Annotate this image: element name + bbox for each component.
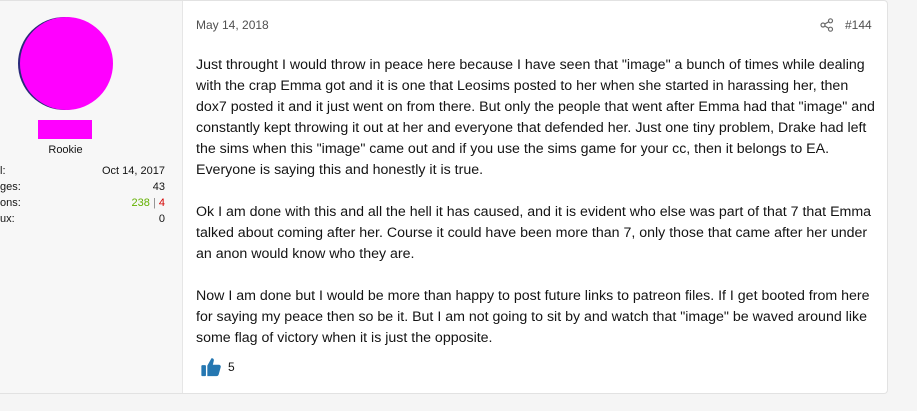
thumbs-up-icon[interactable] bbox=[200, 356, 222, 378]
stat-reactions: ons: 238 | 4 bbox=[0, 197, 165, 213]
separator: | bbox=[152, 197, 156, 209]
stat-messages: ges: 43 bbox=[0, 181, 165, 197]
user-title: Rookie bbox=[48, 144, 83, 156]
post-number[interactable]: #144 bbox=[845, 18, 872, 32]
positive-count: 238 bbox=[131, 197, 150, 209]
post-paragraph: Just throught I would throw in peace her… bbox=[196, 57, 875, 178]
reaction-count[interactable]: 5 bbox=[228, 360, 235, 374]
stat-value: 0 bbox=[158, 213, 165, 225]
stat-value: 43 bbox=[152, 181, 165, 193]
stat-label: l: bbox=[0, 165, 6, 177]
post-date[interactable]: May 14, 2018 bbox=[196, 18, 269, 32]
stat-value: 238 | 4 bbox=[132, 197, 165, 209]
stat-label: ons: bbox=[0, 197, 21, 209]
user-banner bbox=[38, 120, 92, 139]
user-info-panel: Rookie l: Oct 14, 2017 ges: 43 ons: 238 … bbox=[0, 1, 183, 393]
stat-label: ges: bbox=[0, 181, 21, 193]
stat-label: ux: bbox=[0, 213, 15, 225]
forum-post: Rookie l: Oct 14, 2017 ges: 43 ons: 238 … bbox=[0, 0, 888, 394]
share-icon[interactable] bbox=[820, 18, 834, 32]
stat-joined: l: Oct 14, 2017 bbox=[0, 165, 165, 181]
user-avatar[interactable] bbox=[20, 17, 113, 110]
stat-value: Oct 14, 2017 bbox=[102, 165, 165, 177]
post-paragraph: Now I am done but I would be more than h… bbox=[196, 288, 870, 346]
negative-count: 4 bbox=[158, 197, 165, 209]
post-body: Just throught I would throw in peace her… bbox=[196, 55, 880, 370]
post-paragraph: Ok I am done with this and all the hell … bbox=[196, 204, 872, 262]
stat-points: ux: 0 bbox=[0, 213, 165, 229]
